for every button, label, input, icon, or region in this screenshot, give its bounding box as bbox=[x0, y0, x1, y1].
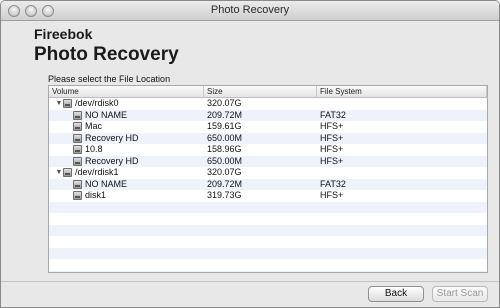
volume-filesystem: HFS+ bbox=[320, 144, 344, 154]
volume-name: Mac bbox=[85, 121, 103, 132]
window-title: Photo Recovery bbox=[210, 4, 290, 16]
volume-size: 650.00M bbox=[207, 155, 243, 166]
volume-name: /dev/rdisk1 bbox=[75, 167, 119, 178]
volume-name: NO NAME bbox=[85, 109, 128, 120]
hard-drive-icon bbox=[73, 110, 82, 120]
hard-drive-icon bbox=[73, 191, 82, 201]
footer-divider bbox=[1, 281, 499, 282]
volume-name: NO NAME bbox=[85, 178, 128, 189]
table-row[interactable]: NO NAME 209.72M FAT32 bbox=[49, 178, 487, 190]
volume-filesystem: FAT32 bbox=[320, 178, 346, 189]
volume-size: 209.72M bbox=[207, 178, 243, 189]
volume-size: 159.61G bbox=[207, 121, 242, 131]
location-prompt: Please select the File Location bbox=[48, 74, 171, 84]
title-bar[interactable]: Photo Recovery bbox=[1, 1, 499, 21]
volume-name: disk1 bbox=[85, 190, 107, 201]
table-row[interactable]: Mac 159.61G HFS+ bbox=[49, 121, 487, 133]
empty-row bbox=[49, 259, 487, 271]
volume-size: 209.72M bbox=[207, 109, 243, 120]
empty-row bbox=[49, 270, 487, 272]
column-header-filesystem[interactable]: File System bbox=[317, 86, 487, 97]
empty-row bbox=[49, 247, 487, 259]
table-row[interactable]: Recovery HD 650.00M HFS+ bbox=[49, 155, 487, 167]
volume-size: 650.00M bbox=[207, 132, 243, 143]
volume-size: 320.07G bbox=[207, 167, 242, 177]
disclosure-triangle-icon[interactable]: ▼ bbox=[55, 98, 63, 109]
volume-size: 158.96G bbox=[207, 144, 242, 154]
volume-filesystem: HFS+ bbox=[320, 155, 344, 166]
app-window: Photo Recovery Fireebok Photo Recovery P… bbox=[0, 0, 500, 308]
back-button[interactable]: Back bbox=[368, 286, 424, 302]
volume-size: 319.73G bbox=[207, 190, 242, 200]
table-row[interactable]: NO NAME 209.72M FAT32 bbox=[49, 109, 487, 121]
volume-filesystem: HFS+ bbox=[320, 121, 344, 131]
volume-filesystem: HFS+ bbox=[320, 132, 344, 143]
table-row[interactable]: Recovery HD 650.00M HFS+ bbox=[49, 132, 487, 144]
volume-name: Recovery HD bbox=[85, 132, 139, 143]
volume-size: 320.07G bbox=[207, 98, 242, 108]
hard-drive-icon bbox=[73, 179, 82, 189]
volume-name: /dev/rdisk0 bbox=[75, 98, 119, 109]
table-row[interactable]: 10.8 158.96G HFS+ bbox=[49, 144, 487, 156]
column-header-volume[interactable]: Volume bbox=[49, 86, 204, 97]
volume-filesystem bbox=[317, 167, 487, 179]
table-row[interactable]: ▼ /dev/rdisk1 320.07G bbox=[49, 167, 487, 179]
hard-drive-icon bbox=[73, 122, 82, 132]
empty-row bbox=[49, 236, 487, 248]
hard-drive-icon bbox=[63, 99, 72, 109]
volume-filesystem: FAT32 bbox=[320, 109, 346, 120]
table-row[interactable]: ▼ /dev/rdisk0 320.07G bbox=[49, 98, 487, 110]
table-header: Volume Size File System bbox=[49, 86, 487, 98]
start-scan-button[interactable]: Start Scan bbox=[432, 286, 488, 302]
table-row[interactable]: disk1 319.73G HFS+ bbox=[49, 190, 487, 202]
hard-drive-icon bbox=[73, 145, 82, 155]
brand-name: Fireebok bbox=[34, 26, 93, 42]
product-title: Photo Recovery bbox=[34, 44, 179, 65]
volume-filesystem bbox=[317, 98, 487, 110]
disclosure-triangle-icon[interactable]: ▼ bbox=[55, 167, 63, 178]
volume-name: 10.8 bbox=[85, 144, 103, 155]
empty-row bbox=[49, 213, 487, 225]
volume-filesystem: HFS+ bbox=[320, 190, 344, 200]
empty-row bbox=[49, 224, 487, 236]
hard-drive-icon bbox=[73, 133, 82, 143]
hard-drive-icon bbox=[73, 156, 82, 166]
volume-name: Recovery HD bbox=[85, 155, 139, 166]
empty-row bbox=[49, 201, 487, 213]
column-header-size[interactable]: Size bbox=[204, 86, 317, 97]
hard-drive-icon bbox=[63, 168, 72, 178]
volume-table[interactable]: Volume Size File System ▼ /dev/rdisk0 32… bbox=[48, 85, 488, 273]
